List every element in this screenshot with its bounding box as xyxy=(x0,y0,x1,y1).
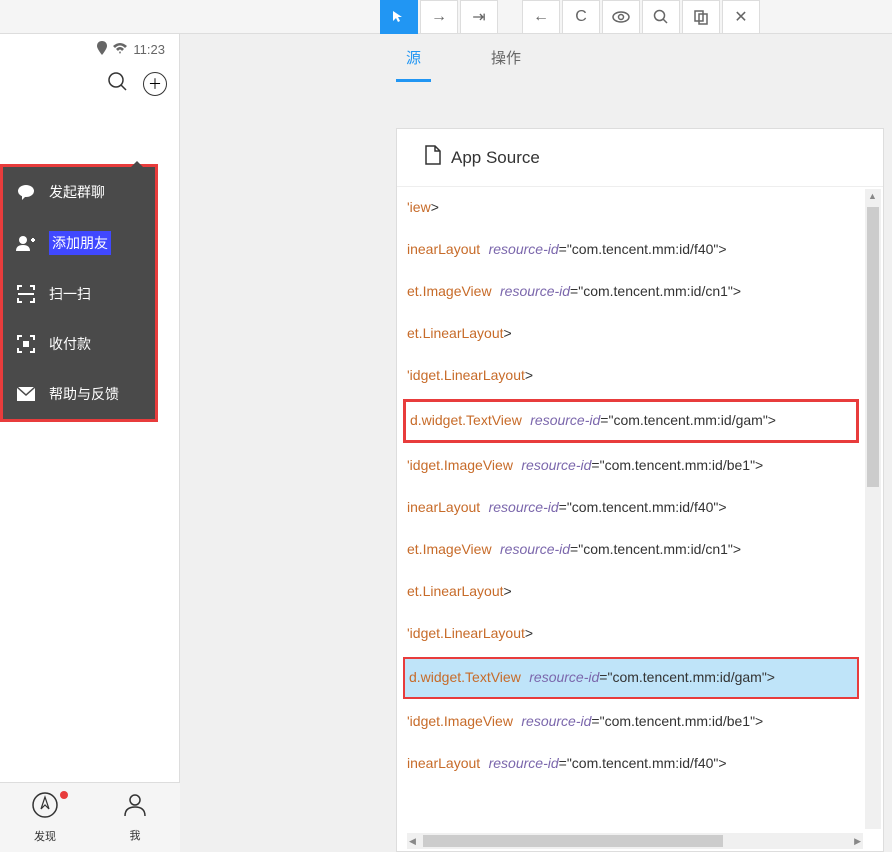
nav-me[interactable]: 我 xyxy=(90,783,180,852)
menu-label: 发起群聊 xyxy=(49,182,105,202)
phone-top-icons: ＋ xyxy=(0,64,179,104)
app-source-panel: App Source 'iew>inearLayout resource-id=… xyxy=(396,128,884,852)
back-button[interactable]: ← xyxy=(522,0,560,34)
source-line[interactable]: d.widget.TextView resource-id="com.tence… xyxy=(403,399,859,443)
copy-button[interactable] xyxy=(682,0,720,34)
search-icon[interactable] xyxy=(107,71,129,98)
source-line[interactable]: inearLayout resource-id="com.tencent.mm:… xyxy=(403,229,863,271)
source-line[interactable]: 'idget.LinearLayout> xyxy=(403,613,863,655)
wifi-icon xyxy=(113,42,127,57)
menu-item-add-friend[interactable]: 添加朋友 xyxy=(3,217,155,269)
tabs: 源 操作 xyxy=(180,34,892,94)
scrollbar-thumb[interactable] xyxy=(867,207,879,487)
nav-discover[interactable]: 发现 xyxy=(0,783,90,852)
source-line[interactable]: inearLayout resource-id="com.tencent.mm:… xyxy=(403,743,863,785)
menu-item-group-chat[interactable]: 发起群聊 xyxy=(3,167,155,217)
select-tool-button[interactable] xyxy=(380,0,418,34)
refresh-button[interactable]: C xyxy=(562,0,600,34)
speech-icon xyxy=(15,181,37,203)
file-icon xyxy=(425,145,441,170)
source-line[interactable]: et.LinearLayout> xyxy=(403,313,863,355)
pay-icon xyxy=(15,333,37,355)
vertical-scrollbar[interactable] xyxy=(865,189,881,829)
swipe-out-button[interactable]: ⇥ xyxy=(460,0,498,34)
phone-status-bar: 11:23 xyxy=(0,34,179,64)
horizontal-scrollbar[interactable] xyxy=(407,833,863,849)
source-header: App Source xyxy=(397,129,883,187)
source-line[interactable]: et.ImageView resource-id="com.tencent.mm… xyxy=(403,271,863,313)
source-line[interactable]: et.ImageView resource-id="com.tencent.mm… xyxy=(403,529,863,571)
source-line[interactable]: 'idget.ImageView resource-id="com.tencen… xyxy=(403,445,863,487)
source-title: App Source xyxy=(451,148,540,168)
source-line[interactable]: inearLayout resource-id="com.tencent.mm:… xyxy=(403,487,863,529)
menu-label: 收付款 xyxy=(49,334,91,354)
search-button[interactable] xyxy=(642,0,680,34)
scan-icon xyxy=(15,283,37,305)
status-time: 11:23 xyxy=(133,42,165,57)
menu-label: 添加朋友 xyxy=(49,231,111,255)
source-line[interactable]: et.LinearLayout> xyxy=(403,571,863,613)
menu-label: 帮助与反馈 xyxy=(49,384,119,404)
source-line[interactable]: d.widget.TextView resource-id="com.tence… xyxy=(403,657,859,699)
source-line[interactable]: 'iew> xyxy=(403,187,863,229)
tab-source[interactable]: 源 xyxy=(406,47,421,82)
nav-label: 我 xyxy=(130,827,141,843)
nav-label: 发现 xyxy=(34,828,56,844)
menu-item-pay[interactable]: 收付款 xyxy=(3,319,155,369)
person-icon xyxy=(122,792,148,825)
add-friend-icon xyxy=(15,232,37,254)
location-icon xyxy=(97,41,107,58)
close-button[interactable]: ✕ xyxy=(722,0,760,34)
source-line[interactable]: 'idget.ImageView resource-id="com.tencen… xyxy=(403,701,863,743)
main-panel: 源 操作 App Source 'iew>inearLayout resourc… xyxy=(180,34,892,852)
menu-item-scan[interactable]: 扫一扫 xyxy=(3,269,155,319)
phone-bottom-nav: 发现 我 xyxy=(0,782,180,852)
plus-icon[interactable]: ＋ xyxy=(143,72,167,96)
plus-dropdown-menu: 发起群聊 添加朋友 扫一扫 收付款 帮助与反馈 xyxy=(0,164,158,422)
tab-actions[interactable]: 操作 xyxy=(491,47,521,82)
phone-preview-panel: 11:23 ＋ 发起群聊 添加朋友 扫一扫 xyxy=(0,34,180,852)
compass-icon xyxy=(31,791,59,826)
notification-dot xyxy=(60,791,68,799)
scrollbar-thumb[interactable] xyxy=(423,835,723,847)
swipe-button[interactable]: → xyxy=(420,0,458,34)
menu-label: 扫一扫 xyxy=(49,284,91,304)
top-toolbar: → ⇥ ← C ✕ xyxy=(0,0,892,34)
source-tree[interactable]: 'iew>inearLayout resource-id="com.tencen… xyxy=(397,187,863,831)
mail-icon xyxy=(15,383,37,405)
source-line[interactable]: 'idget.LinearLayout> xyxy=(403,355,863,397)
menu-item-help[interactable]: 帮助与反馈 xyxy=(3,369,155,419)
view-button[interactable] xyxy=(602,0,640,34)
